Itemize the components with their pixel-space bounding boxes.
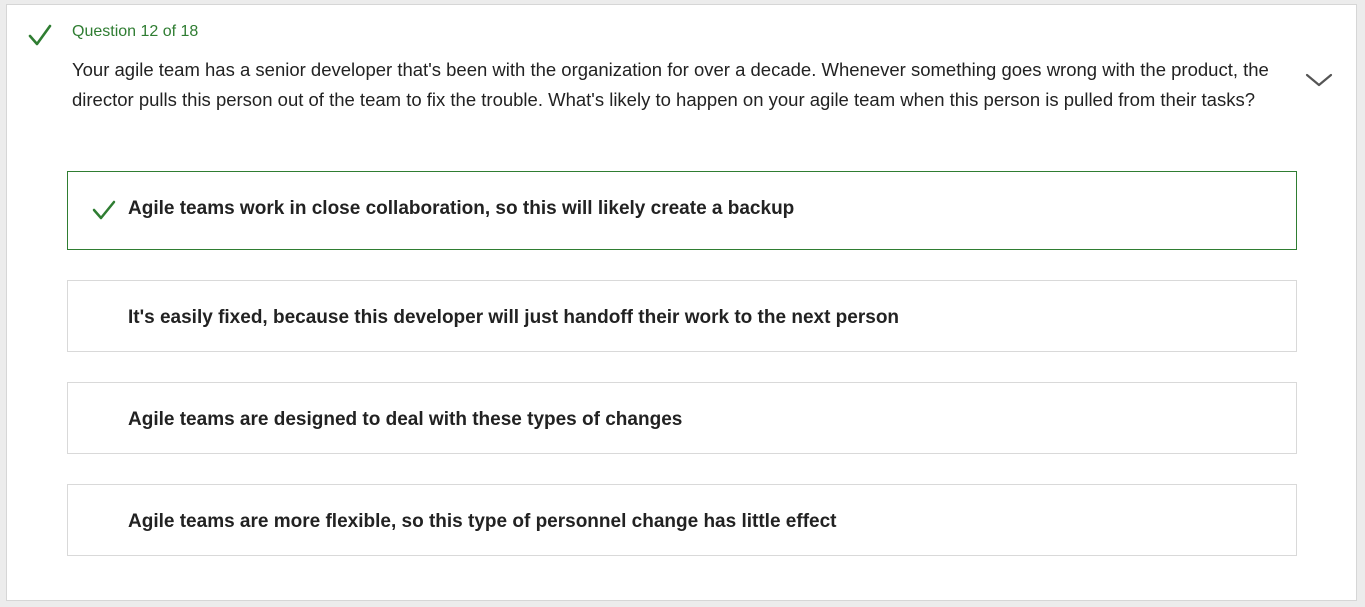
answer-option-label: Agile teams work in close collaboration,… — [128, 198, 795, 219]
answer-option-label: Agile teams are designed to deal with th… — [128, 409, 683, 430]
chevron-down-icon[interactable] — [1304, 71, 1334, 89]
answer-option-2[interactable]: It's easily fixed, because this develope… — [67, 280, 1297, 352]
answer-option-3[interactable]: Agile teams are designed to deal with th… — [67, 382, 1297, 454]
checkmark-icon — [92, 200, 116, 220]
question-text: Your agile team has a senior developer t… — [72, 59, 1269, 110]
answer-option-label: Agile teams are more flexible, so this t… — [128, 511, 837, 532]
question-counter: Question 12 of 18 — [72, 23, 199, 40]
answer-option-4[interactable]: Agile teams are more flexible, so this t… — [67, 484, 1297, 556]
answer-option-1[interactable]: Agile teams work in close collaboration,… — [67, 171, 1297, 250]
checkmark-icon — [28, 24, 52, 46]
question-card: Question 12 of 18 Your agile team has a … — [6, 4, 1357, 601]
answer-option-label: It's easily fixed, because this develope… — [128, 307, 900, 328]
